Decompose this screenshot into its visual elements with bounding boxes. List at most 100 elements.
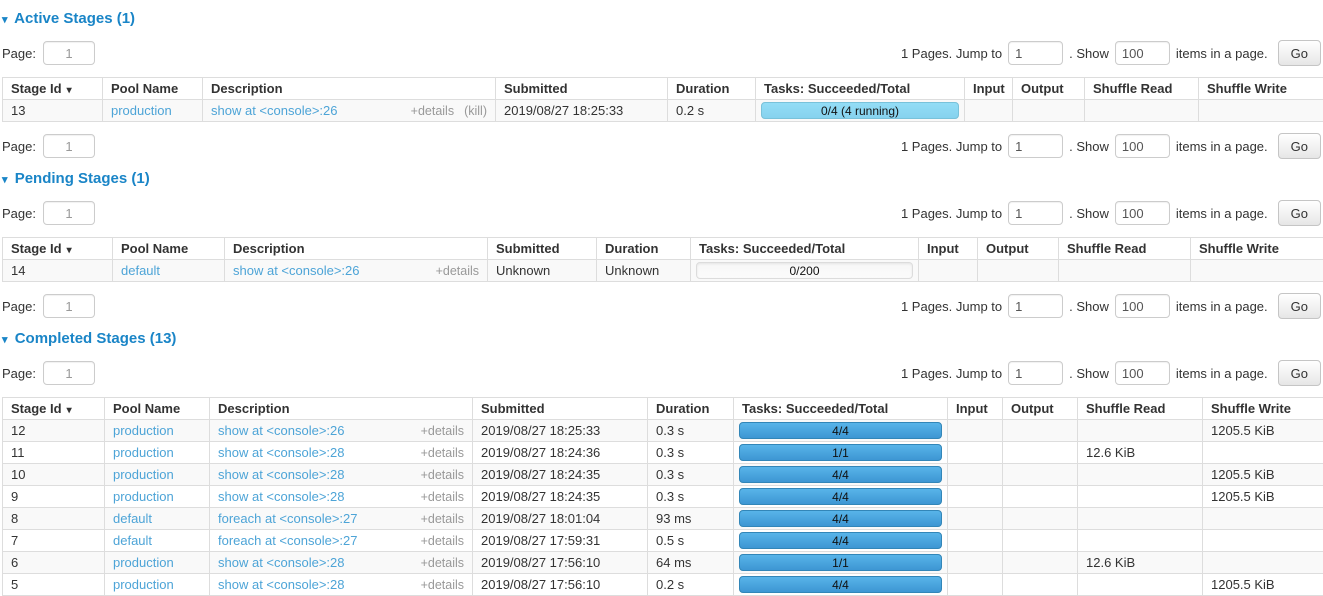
page-number-input[interactable] <box>43 361 95 385</box>
column-header-shuffle-read[interactable]: Shuffle Read <box>1085 78 1199 100</box>
column-header-output[interactable]: Output <box>978 238 1059 260</box>
column-header-description[interactable]: Description <box>203 78 496 100</box>
details-toggle-link[interactable]: +details <box>436 264 479 278</box>
pool-name-link[interactable]: default <box>121 263 160 278</box>
details-toggle-link[interactable]: +details <box>411 104 454 118</box>
column-header-output[interactable]: Output <box>1003 398 1078 420</box>
details-toggle-link[interactable]: +details <box>421 556 464 570</box>
jump-to-page-input[interactable] <box>1008 41 1063 65</box>
column-header-stage-id[interactable]: Stage Id▾ <box>3 238 113 260</box>
description-link[interactable]: show at <console>:28 <box>218 577 344 592</box>
duration-cell: 0.5 s <box>648 530 734 552</box>
section-header-active-stages[interactable]: ▾ Active Stages (1) <box>2 10 1321 27</box>
details-toggle-link[interactable]: +details <box>421 468 464 482</box>
description-link[interactable]: show at <console>:26 <box>211 103 337 118</box>
shuffle-write-cell: 1205.5 KiB <box>1203 574 1323 596</box>
sort-desc-icon: ▾ <box>67 85 72 96</box>
column-header-output[interactable]: Output <box>1013 78 1085 100</box>
kill-stage-link[interactable]: (kill) <box>464 104 487 118</box>
page-selector: Page: <box>2 41 95 65</box>
column-header-submitted[interactable]: Submitted <box>473 398 648 420</box>
stage-row: 5production+detailsshow at <console>:282… <box>3 574 1323 596</box>
go-button[interactable]: Go <box>1278 200 1321 226</box>
details-toggle-link[interactable]: +details <box>421 490 464 504</box>
jump-to-page-input[interactable] <box>1008 361 1063 385</box>
pool-name-link[interactable]: production <box>113 467 174 482</box>
column-header-shuffle-write[interactable]: Shuffle Write <box>1199 78 1323 100</box>
jump-to-page-input[interactable] <box>1008 201 1063 225</box>
description-link[interactable]: show at <console>:26 <box>218 423 344 438</box>
section-header-completed-stages[interactable]: ▾ Completed Stages (13) <box>2 330 1321 347</box>
description-link[interactable]: show at <console>:28 <box>218 445 344 460</box>
show-items-input[interactable] <box>1115 201 1170 225</box>
active-stages-section: ▾ Active Stages (1) Page:1 Pages. Jump t… <box>2 10 1321 159</box>
description-link[interactable]: foreach at <console>:27 <box>218 511 358 526</box>
column-header-input[interactable]: Input <box>965 78 1013 100</box>
column-header-pool-name[interactable]: Pool Name <box>105 398 210 420</box>
column-header-duration[interactable]: Duration <box>597 238 691 260</box>
description-link[interactable]: show at <console>:28 <box>218 467 344 482</box>
pool-name-link[interactable]: default <box>113 533 152 548</box>
column-header-shuffle-read[interactable]: Shuffle Read <box>1059 238 1191 260</box>
column-header-tasks-succeeded-total[interactable]: Tasks: Succeeded/Total <box>734 398 948 420</box>
go-button[interactable]: Go <box>1278 360 1321 386</box>
pool-name-link[interactable]: production <box>113 555 174 570</box>
column-header-stage-id[interactable]: Stage Id▾ <box>3 398 105 420</box>
column-header-input[interactable]: Input <box>919 238 978 260</box>
details-toggle-link[interactable]: +details <box>421 578 464 592</box>
column-header-tasks-succeeded-total[interactable]: Tasks: Succeeded/Total <box>691 238 919 260</box>
show-items-input[interactable] <box>1115 134 1170 158</box>
details-toggle-link[interactable]: +details <box>421 512 464 526</box>
jump-to-page-input[interactable] <box>1008 294 1063 318</box>
column-header-duration[interactable]: Duration <box>668 78 756 100</box>
column-header-pool-name[interactable]: Pool Name <box>113 238 225 260</box>
description-link[interactable]: show at <console>:28 <box>218 555 344 570</box>
column-header-description[interactable]: Description <box>225 238 488 260</box>
page-number-input[interactable] <box>43 201 95 225</box>
column-header-shuffle-read[interactable]: Shuffle Read <box>1078 398 1203 420</box>
details-toggle-link[interactable]: +details <box>421 424 464 438</box>
go-button[interactable]: Go <box>1278 40 1321 66</box>
go-button[interactable]: Go <box>1278 133 1321 159</box>
page-number-input[interactable] <box>43 41 95 65</box>
stage-id-cell: 14 <box>3 260 113 282</box>
jump-to-page-input[interactable] <box>1008 134 1063 158</box>
pagination-row: Page:1 Pages. Jump to. Showitems in a pa… <box>2 293 1321 319</box>
column-header-stage-id[interactable]: Stage Id▾ <box>3 78 103 100</box>
column-header-tasks-succeeded-total[interactable]: Tasks: Succeeded/Total <box>756 78 965 100</box>
column-header-shuffle-write[interactable]: Shuffle Write <box>1191 238 1323 260</box>
column-header-submitted[interactable]: Submitted <box>496 78 668 100</box>
pool-name-link[interactable]: production <box>113 423 174 438</box>
page-label: Page: <box>2 299 36 314</box>
input-cell <box>948 552 1003 574</box>
column-header-input[interactable]: Input <box>948 398 1003 420</box>
column-header-duration[interactable]: Duration <box>648 398 734 420</box>
description-link[interactable]: show at <console>:26 <box>233 263 359 278</box>
pool-name-cell: default <box>113 260 225 282</box>
description-actions: +details <box>436 263 479 278</box>
pool-name-link[interactable]: production <box>113 445 174 460</box>
pool-name-link[interactable]: default <box>113 511 152 526</box>
pool-name-link[interactable]: production <box>113 489 174 504</box>
column-header-description[interactable]: Description <box>210 398 473 420</box>
description-link[interactable]: foreach at <console>:27 <box>218 533 358 548</box>
pool-name-link[interactable]: production <box>113 577 174 592</box>
column-header-shuffle-write[interactable]: Shuffle Write <box>1203 398 1323 420</box>
pool-name-link[interactable]: production <box>111 103 172 118</box>
input-cell <box>948 574 1003 596</box>
stage-id-cell: 5 <box>3 574 105 596</box>
submitted-cell: Unknown <box>488 260 597 282</box>
section-header-pending-stages[interactable]: ▾ Pending Stages (1) <box>2 170 1321 187</box>
column-header-submitted[interactable]: Submitted <box>488 238 597 260</box>
description-link[interactable]: show at <console>:28 <box>218 489 344 504</box>
page-number-input[interactable] <box>43 134 95 158</box>
show-items-input[interactable] <box>1115 41 1170 65</box>
details-toggle-link[interactable]: +details <box>421 534 464 548</box>
go-button[interactable]: Go <box>1278 293 1321 319</box>
shuffle-read-cell <box>1078 486 1203 508</box>
details-toggle-link[interactable]: +details <box>421 446 464 460</box>
show-items-input[interactable] <box>1115 294 1170 318</box>
page-number-input[interactable] <box>43 294 95 318</box>
show-items-input[interactable] <box>1115 361 1170 385</box>
column-header-pool-name[interactable]: Pool Name <box>103 78 203 100</box>
